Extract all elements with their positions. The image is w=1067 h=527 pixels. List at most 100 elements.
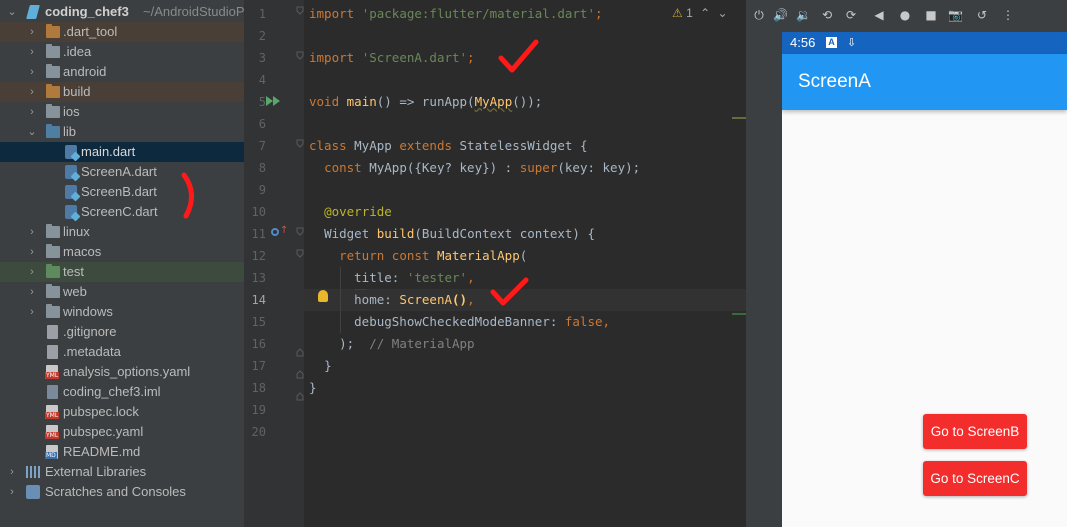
yaml-file-icon [45, 425, 60, 439]
tree-item-screenc-dart[interactable]: ScreenC.dart [0, 202, 244, 222]
chevron-down-icon[interactable]: ⌄ [26, 122, 38, 142]
tree-item-windows[interactable]: › windows [0, 302, 244, 322]
more-icon[interactable]: ⋮ [1001, 8, 1015, 22]
tree-item-label: web [63, 284, 87, 299]
tree-item-scratches[interactable]: › Scratches and Consoles [0, 482, 244, 502]
tree-item-label: linux [63, 224, 90, 239]
dart-file-icon [65, 205, 77, 219]
warning-icon: ⚠ [672, 6, 683, 20]
override-arrow-icon: ↑ [280, 225, 289, 236]
tree-item-label: External Libraries [45, 464, 147, 479]
power-icon[interactable]: ⏻ [752, 8, 766, 22]
code-line-5: void main() => runApp(MyApp()); [309, 94, 543, 109]
tree-item-root[interactable]: ⌄ coding_chef3 ~/AndroidStudioP [0, 2, 244, 22]
chevron-right-icon[interactable]: › [26, 262, 38, 282]
tree-item-external-libraries[interactable]: › External Libraries [0, 462, 244, 482]
chevron-right-icon[interactable]: › [26, 102, 38, 122]
chevron-right-icon[interactable]: › [26, 82, 38, 102]
line-number: 11 [251, 227, 266, 241]
tree-item-metadata[interactable]: .metadata [0, 342, 244, 362]
fold-icon [296, 249, 304, 258]
tree-item-screenb-dart[interactable]: ScreenB.dart [0, 182, 244, 202]
tree-item-main-dart[interactable]: main.dart [0, 142, 244, 162]
dart-file-icon [65, 185, 77, 199]
tree-item-label: analysis_options.yaml [63, 364, 191, 379]
dart-file-icon [65, 145, 77, 159]
tree-item-iml[interactable]: coding_chef3.iml [0, 382, 244, 402]
tree-item-idea[interactable]: › .idea [0, 42, 244, 62]
chevron-down-icon[interactable]: ⌄ [6, 2, 18, 22]
line-number: 13 [251, 271, 266, 285]
replay-icon[interactable]: ↺ [975, 8, 989, 22]
chevron-right-icon[interactable]: › [26, 222, 38, 242]
tree-item-pubspec-lock[interactable]: pubspec.lock [0, 402, 244, 422]
tree-item-readme[interactable]: README.md [0, 442, 244, 462]
tree-item-label: README.md [63, 444, 141, 459]
status-a-icon: A [826, 37, 837, 48]
line-number: 17 [251, 359, 266, 373]
chevron-down-icon[interactable]: ⌄ [718, 6, 728, 20]
file-icon [47, 325, 58, 339]
volume-down-icon[interactable]: 🔉 [796, 8, 811, 22]
tree-item-web[interactable]: › web [0, 282, 244, 302]
chevron-right-icon[interactable]: › [6, 482, 18, 502]
status-time: 4:56 [790, 35, 816, 50]
tree-item-label: pubspec.lock [63, 404, 139, 419]
tree-item-dart-tool[interactable]: › .dart_tool [0, 22, 244, 42]
flutter-icon [26, 5, 40, 19]
code-line-18: } [309, 380, 317, 395]
tree-item-label: .idea [63, 44, 92, 59]
back-icon[interactable]: ◀ [872, 8, 886, 22]
tree-item-label: build [63, 84, 91, 99]
inspection-widget[interactable]: ⚠ 1 ⌃ ⌄ [672, 6, 728, 20]
rotate-right-icon[interactable]: ⟳ [844, 8, 858, 22]
tree-item-lib[interactable]: ⌄ lib [0, 122, 244, 142]
tree-item-build[interactable]: › build [0, 82, 244, 102]
yaml-file-icon [45, 365, 60, 379]
module-file-icon [47, 385, 58, 399]
chevron-right-icon[interactable]: › [26, 42, 38, 62]
chevron-up-icon[interactable]: ⌃ [700, 6, 710, 20]
folder-icon [46, 124, 60, 138]
camera-icon[interactable]: 📷 [948, 8, 963, 22]
code-editor[interactable]: import 'package:flutter/material.dart'; … [304, 0, 746, 527]
tree-item-screena-dart[interactable]: ScreenA.dart [0, 162, 244, 182]
folder-icon [46, 224, 60, 238]
tree-item-label: ios [63, 104, 80, 119]
chevron-right-icon[interactable]: › [26, 282, 38, 302]
tree-item-analysis-options[interactable]: analysis_options.yaml [0, 362, 244, 382]
run-icon[interactable] [266, 96, 280, 106]
tree-item-linux[interactable]: › linux [0, 222, 244, 242]
phone-screen[interactable]: 4:56 A ⇩ ScreenA Go to ScreenB Go to Scr… [782, 32, 1067, 527]
tree-item-test[interactable]: › test [0, 262, 244, 282]
app-bar-title: ScreenA [798, 71, 871, 92]
overview-icon[interactable]: ■ [924, 8, 938, 22]
chevron-right-icon[interactable]: › [26, 302, 38, 322]
line-number: 15 [251, 315, 266, 329]
file-icon [47, 345, 58, 359]
home-icon[interactable]: ● [898, 8, 912, 22]
tree-item-gitignore[interactable]: .gitignore [0, 322, 244, 342]
override-icon[interactable] [271, 228, 279, 236]
lightbulb-icon[interactable] [318, 290, 328, 302]
tree-item-macos[interactable]: › macos [0, 242, 244, 262]
chevron-right-icon[interactable]: › [26, 242, 38, 262]
tree-item-pubspec-yaml[interactable]: pubspec.yaml [0, 422, 244, 442]
tree-item-android[interactable]: › android [0, 62, 244, 82]
status-bar: 4:56 A ⇩ [782, 32, 1067, 54]
project-root-label: coding_chef3 [45, 4, 129, 19]
folder-icon [46, 24, 60, 38]
tree-item-ios[interactable]: › ios [0, 102, 244, 122]
fold-icon [296, 51, 304, 60]
chevron-right-icon[interactable]: › [26, 62, 38, 82]
go-to-screenb-button[interactable]: Go to ScreenB [923, 414, 1027, 449]
chevron-right-icon[interactable]: › [26, 22, 38, 42]
tree-item-label: android [63, 64, 107, 79]
chevron-right-icon[interactable]: › [6, 462, 18, 482]
folder-icon [46, 64, 60, 78]
line-number: 16 [251, 337, 266, 351]
volume-up-icon[interactable]: 🔊 [773, 8, 788, 22]
rotate-left-icon[interactable]: ⟲ [820, 8, 834, 22]
fold-icon [296, 139, 304, 148]
go-to-screenc-button[interactable]: Go to ScreenC [923, 461, 1027, 496]
